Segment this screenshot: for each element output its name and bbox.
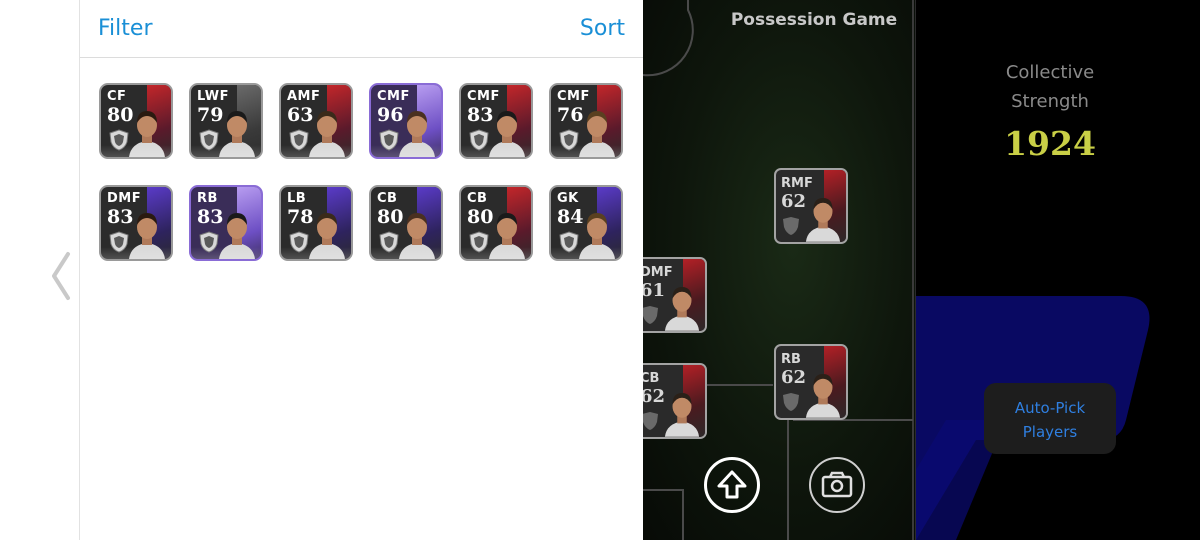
player-position: LB <box>287 191 307 206</box>
sort-button[interactable]: Sort <box>580 16 625 41</box>
player-rating: 79 <box>197 104 224 126</box>
player-card[interactable]: LB 78 <box>279 185 353 261</box>
player-rating: 80 <box>467 206 494 228</box>
player-position: CMF <box>557 89 590 104</box>
player-card[interactable]: CMF 83 <box>459 83 533 159</box>
player-rating: 78 <box>287 206 314 228</box>
strength-label-line2: Strength <box>1011 91 1089 112</box>
player-card[interactable]: DMF 83 <box>99 185 173 261</box>
player-position: RB <box>781 352 801 367</box>
player-rating: 63 <box>287 104 314 126</box>
upload-button[interactable] <box>704 457 760 513</box>
player-portrait <box>664 287 700 331</box>
player-position: CB <box>643 371 660 386</box>
player-rating: 62 <box>781 367 807 388</box>
player-card[interactable]: GK 84 <box>549 185 623 261</box>
player-rating: 76 <box>557 104 584 126</box>
player-position: RB <box>197 191 218 206</box>
player-position: CF <box>107 89 127 104</box>
player-position: GK <box>557 191 579 206</box>
card-sheen <box>101 247 171 259</box>
player-position: CB <box>377 191 398 206</box>
card-sheen <box>371 247 441 259</box>
player-rating: 80 <box>377 206 404 228</box>
shield-icon <box>643 412 658 430</box>
left-gutter <box>0 0 79 540</box>
player-card[interactable]: LWF 79 <box>189 83 263 159</box>
player-rating: 62 <box>781 191 807 212</box>
card-sheen <box>461 145 531 157</box>
lineup-player-card[interactable]: RB 62 <box>774 344 848 420</box>
card-sheen <box>281 247 351 259</box>
player-portrait <box>664 393 700 437</box>
card-sheen <box>281 145 351 157</box>
player-selection-panel: Filter Sort CF 80 LWF 79 AMF 63 CMF 96 CMF 83 CMF 7… <box>79 0 643 540</box>
player-position: CMF <box>377 89 410 104</box>
card-sheen <box>191 145 261 157</box>
strength-label-line1: Collective <box>1005 62 1095 83</box>
auto-pick-players-button[interactable]: Auto-Pick Players <box>984 383 1116 454</box>
player-rating: 83 <box>197 206 224 228</box>
player-card[interactable]: CB 80 <box>459 185 533 261</box>
player-position: CB <box>467 191 488 206</box>
shield-icon <box>783 217 799 235</box>
player-position: DMF <box>643 265 673 280</box>
lineup-player-card[interactable]: DMF61 <box>643 257 707 333</box>
formation-field: Possession Game RMF62DMF61CB62RB62 <box>643 0 915 540</box>
auto-pick-label-line2: Players <box>1022 423 1078 441</box>
player-position: DMF <box>107 191 142 206</box>
player-rating: 61 <box>643 280 666 301</box>
team-info-area: Collective Strength 1924 Auto-Pick Playe… <box>915 0 1200 540</box>
player-card[interactable]: CMF 76 <box>549 83 623 159</box>
camera-button[interactable] <box>809 457 865 513</box>
player-position: LWF <box>197 89 229 104</box>
card-sheen <box>551 145 621 157</box>
collective-strength-value: 1924 <box>1004 124 1096 163</box>
shield-icon <box>643 306 658 324</box>
player-rating: 83 <box>107 206 134 228</box>
player-rating: 62 <box>643 386 666 407</box>
player-card[interactable]: CMF 96 <box>369 83 443 159</box>
collective-strength-label: Collective Strength <box>916 58 1184 116</box>
camera-icon <box>821 471 853 498</box>
player-position: AMF <box>287 89 321 104</box>
shield-icon <box>783 393 799 411</box>
auto-pick-label: Auto-Pick Players <box>984 396 1116 444</box>
player-card[interactable]: CB 80 <box>369 185 443 261</box>
card-sheen <box>551 247 621 259</box>
card-sheen <box>371 145 441 157</box>
chevron-left-icon[interactable] <box>46 248 76 304</box>
upload-arrow-icon <box>717 470 747 499</box>
lineup-player-card[interactable]: CB62 <box>643 363 707 439</box>
tactic-title: Possession Game <box>730 10 898 30</box>
player-rating: 84 <box>557 206 584 228</box>
player-rating: 96 <box>377 104 404 126</box>
player-portrait <box>805 198 841 242</box>
player-rating: 83 <box>467 104 494 126</box>
player-card[interactable]: AMF 63 <box>279 83 353 159</box>
player-portrait <box>805 374 841 418</box>
filter-button[interactable]: Filter <box>98 16 152 41</box>
player-rating: 80 <box>107 104 134 126</box>
card-sheen <box>101 145 171 157</box>
auto-pick-label-line1: Auto-Pick <box>1014 399 1086 417</box>
player-position: RMF <box>781 176 813 191</box>
player-card[interactable]: CF 80 <box>99 83 173 159</box>
lineup-player-card[interactable]: RMF 62 <box>774 168 848 244</box>
player-position: CMF <box>467 89 500 104</box>
player-card[interactable]: RB 83 <box>189 185 263 261</box>
card-sheen <box>191 247 261 259</box>
card-sheen <box>461 247 531 259</box>
panel-header: Filter Sort <box>80 0 643 58</box>
